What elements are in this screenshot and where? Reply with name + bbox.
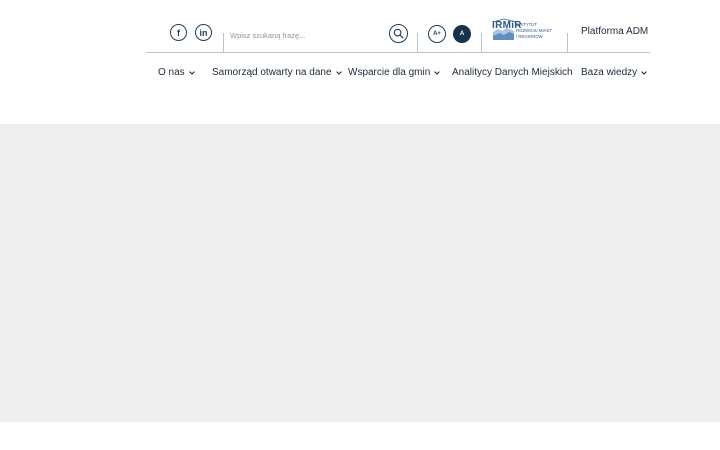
nav-item-label: O nas xyxy=(158,67,185,78)
divider xyxy=(567,33,568,52)
nav-item-wsparcie[interactable]: Wsparcie dla gmin xyxy=(348,67,441,78)
logo-line: INSTYTUT xyxy=(516,22,538,27)
nav-item-label: Baza wiedzy xyxy=(581,67,638,78)
nav-item-label: Wsparcie dla gmin xyxy=(348,67,431,78)
font-default-button[interactable]: A xyxy=(453,25,471,43)
search-input[interactable] xyxy=(230,27,380,43)
chevron-down-icon xyxy=(641,70,647,75)
linkedin-icon[interactable]: in xyxy=(195,24,212,41)
nav-item-analitycy[interactable]: Analitycy Danych Miejskich xyxy=(452,67,573,78)
nav-item-samorzad[interactable]: Samorząd otwarty na dane xyxy=(212,67,342,78)
divider xyxy=(223,33,224,52)
font-increase-button[interactable]: A+ xyxy=(428,25,446,43)
search-icon xyxy=(393,28,404,39)
header-divider xyxy=(146,52,650,53)
logo-line: I REGIONÓW xyxy=(516,34,543,39)
platform-adm-link[interactable]: Platforma ADM xyxy=(581,26,648,37)
hero-placeholder xyxy=(0,124,720,422)
irmir-logo[interactable]: IRMiR INSTYTUT ROZWOJU MIAST I REGIONÓW xyxy=(492,18,560,44)
divider xyxy=(481,33,482,52)
main-nav: O nas Samorząd otwarty na dane Wsparcie … xyxy=(0,64,720,84)
nav-item-label: Analitycy Danych Miejskich xyxy=(452,67,573,78)
logo-line: ROZWOJU MIAST xyxy=(516,28,553,33)
chevron-down-icon xyxy=(434,70,441,75)
top-header: f in A+ A IRMiR INSTYTUT ROZWOJU MIAST I… xyxy=(0,0,720,53)
divider xyxy=(417,33,418,52)
chevron-down-icon xyxy=(335,70,342,75)
chevron-down-icon xyxy=(188,70,195,75)
nav-item-label: Samorząd otwarty na dane xyxy=(212,67,332,78)
nav-item-baza-wiedzy[interactable]: Baza wiedzy xyxy=(581,67,647,78)
search-button[interactable] xyxy=(389,24,408,43)
facebook-icon[interactable]: f xyxy=(170,24,187,41)
nav-item-o-nas[interactable]: O nas xyxy=(158,67,195,78)
